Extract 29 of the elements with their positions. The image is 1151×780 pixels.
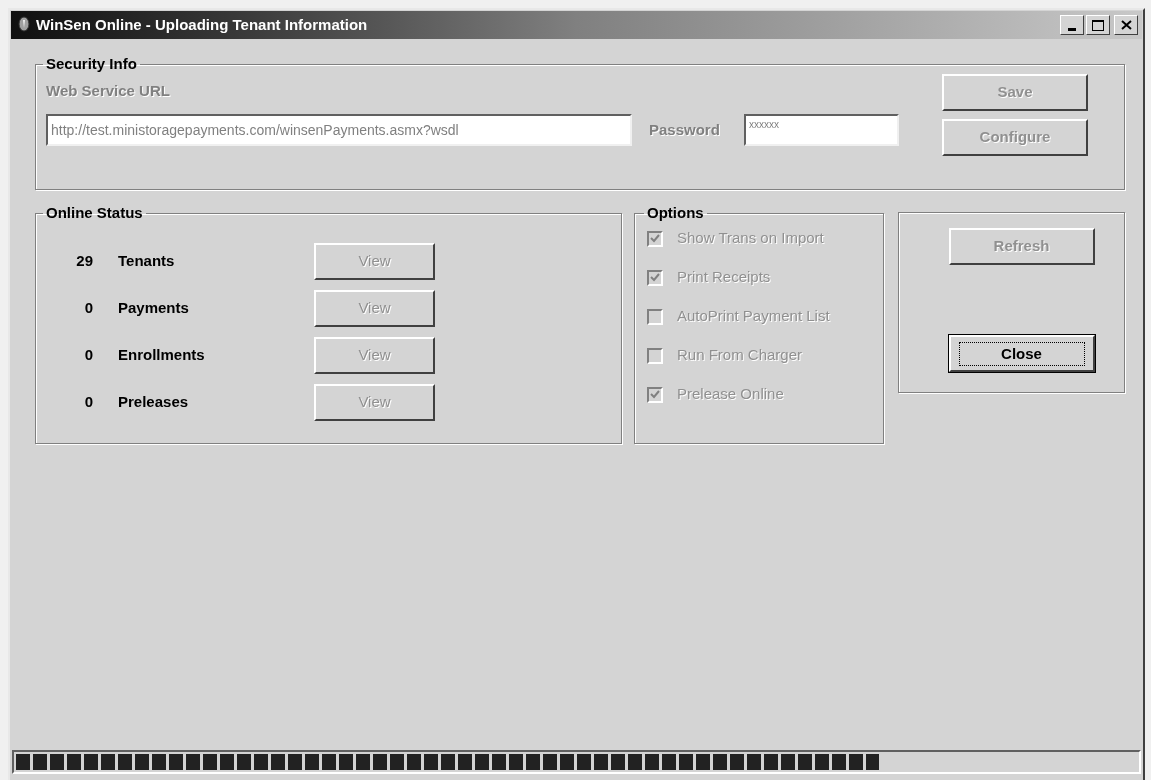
count-value: 0	[83, 298, 93, 319]
group-title: Options	[646, 203, 705, 223]
password-field[interactable]: xxxxxx	[743, 114, 899, 146]
field-label: Password	[649, 119, 720, 140]
count-value: 0	[83, 345, 93, 366]
count-value: 0	[83, 392, 93, 413]
option-label: Print Receipts	[677, 267, 771, 288]
close-button[interactable]: Close	[948, 335, 1095, 372]
count-label: Enrollments	[118, 345, 206, 366]
count-label: Payments	[118, 298, 190, 319]
maximize-button[interactable]	[1086, 15, 1110, 35]
count-label: Tenants	[118, 251, 176, 272]
close-window-button[interactable]	[1114, 15, 1138, 35]
group-title: Online Status	[45, 203, 144, 223]
group-title: Security Info	[45, 54, 138, 74]
field-label: Web Service URL	[46, 80, 170, 101]
count-label: Preleases	[118, 392, 190, 413]
option-label: Prelease Online	[677, 384, 784, 405]
count-value: 29	[75, 251, 93, 272]
minimize-button[interactable]	[1060, 15, 1084, 35]
maximize-icon	[1092, 19, 1104, 31]
option-label: Run From Charger	[677, 345, 803, 366]
window-title: WinSen Online - Uploading Tenant Information	[36, 14, 368, 35]
minimize-icon	[1068, 28, 1076, 31]
option-label: AutoPrint Payment List	[677, 306, 830, 327]
close-icon	[1120, 20, 1132, 30]
option-label: Show Trans on Import	[677, 228, 824, 249]
url-field[interactable]: http://test.ministoragepayments.com/winsenPayments.asmx?wsdl	[46, 114, 632, 146]
app-icon	[15, 16, 33, 34]
